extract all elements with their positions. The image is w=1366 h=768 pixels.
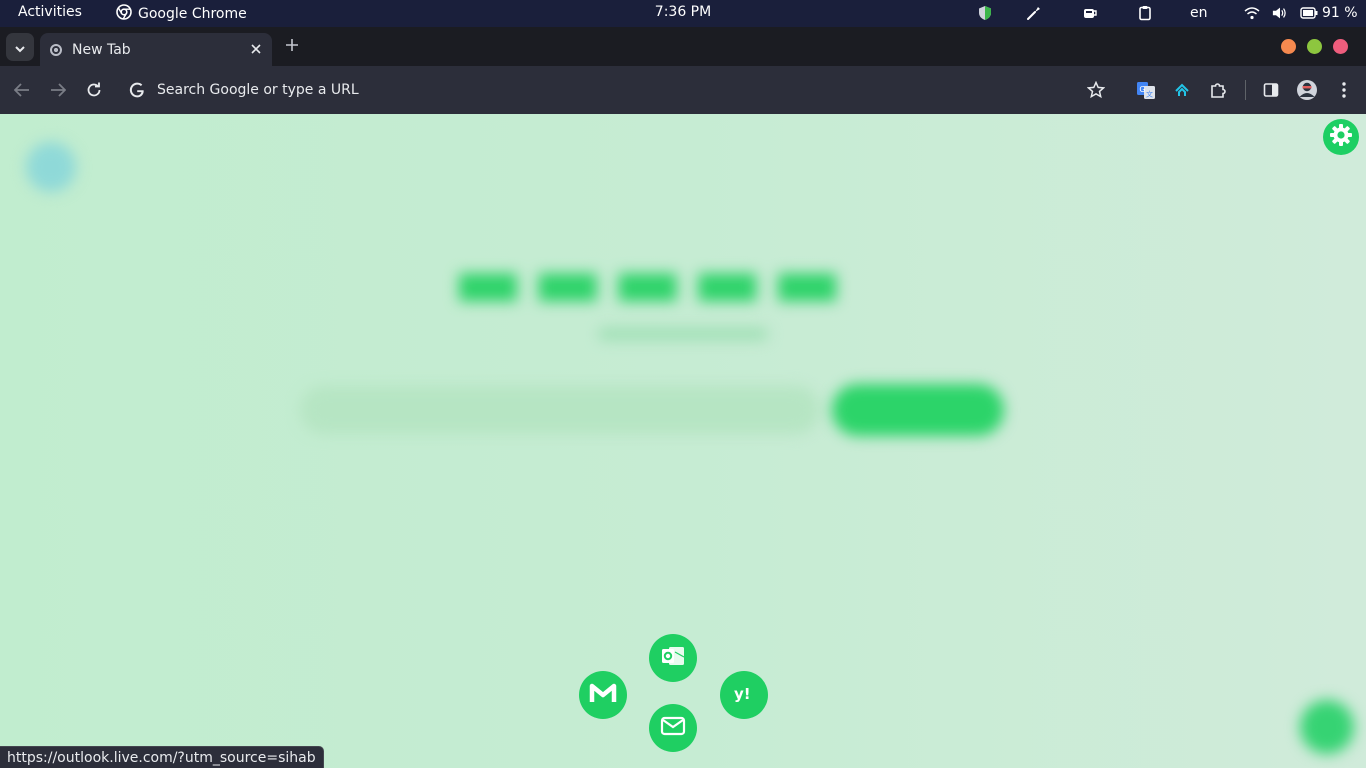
forward-button[interactable] (46, 78, 70, 102)
google-translate-icon[interactable]: G文 (1134, 78, 1158, 102)
app-name: Google Chrome (138, 6, 247, 22)
volume-icon[interactable] (1272, 5, 1288, 21)
chrome-icon (116, 4, 132, 24)
outlook-quick-link[interactable] (649, 634, 697, 682)
tab-new-tab[interactable]: New Tab (40, 33, 272, 66)
battery-percentage: 91 % (1322, 5, 1358, 21)
plus-icon (285, 37, 299, 56)
blurred-logo: ▬▬▬▬▬ (452, 236, 852, 325)
tab-strip: New Tab (0, 27, 1366, 66)
new-tab-favicon-icon (50, 43, 62, 56)
side-panel-icon[interactable] (1259, 78, 1283, 102)
chevron-down-icon (14, 38, 26, 57)
close-tab-icon[interactable] (248, 41, 264, 57)
clipboard-icon[interactable] (1137, 5, 1153, 21)
blurred-search-field (300, 386, 820, 434)
back-button[interactable] (10, 78, 34, 102)
battery-icon[interactable] (1300, 5, 1318, 21)
yahoo-icon: y! (733, 684, 755, 706)
close-window-button[interactable] (1333, 39, 1348, 54)
new-tab-button[interactable] (282, 36, 302, 56)
new-tab-page: ▬▬▬▬▬ y! (0, 114, 1366, 768)
color-picker-icon[interactable] (1026, 5, 1042, 21)
gear-icon (1329, 123, 1353, 151)
minimize-window-button[interactable] (1281, 39, 1296, 54)
arrow-up-extension-icon[interactable] (1170, 78, 1194, 102)
yahoo-quick-link[interactable]: y! (720, 671, 768, 719)
link-status-bubble: https://outlook.live.com/?utm_source=sih… (0, 746, 324, 768)
language-indicator[interactable]: en (1190, 5, 1208, 21)
blurred-avatar (26, 142, 76, 192)
profile-avatar[interactable] (1295, 78, 1319, 102)
maximize-window-button[interactable] (1307, 39, 1322, 54)
gmail-quick-link[interactable] (579, 671, 627, 719)
reload-button[interactable] (82, 78, 106, 102)
wifi-icon[interactable] (1244, 5, 1260, 21)
gmail-icon (589, 682, 617, 708)
address-bar[interactable]: Search Google or type a URL (118, 72, 1120, 108)
envelope-icon (660, 716, 686, 740)
settings-button[interactable] (1323, 119, 1359, 155)
browser-menu-icon[interactable] (1332, 78, 1356, 102)
tab-title: New Tab (72, 41, 131, 58)
browser-toolbar: Search Google or type a URL G文 (0, 66, 1366, 114)
clock[interactable]: 7:36 PM (655, 4, 711, 20)
tab-search-button[interactable] (6, 33, 34, 61)
toolbar-divider (1245, 80, 1246, 100)
activities-button[interactable]: Activities (18, 4, 82, 20)
svg-text:文: 文 (1146, 90, 1153, 99)
bookmark-star-icon[interactable] (1084, 78, 1108, 102)
svg-text:y!: y! (734, 685, 751, 702)
blurred-search-button (832, 384, 1004, 436)
puzzle-extensions-icon[interactable] (1206, 78, 1230, 102)
shield-icon[interactable] (977, 5, 993, 21)
outlook-icon (660, 644, 686, 672)
blurred-corner-button (1300, 700, 1354, 754)
app-menu[interactable]: Google Chrome (116, 4, 247, 24)
coffee-cup-icon[interactable] (1082, 5, 1098, 21)
svg-text:G: G (1139, 85, 1145, 94)
system-top-bar: Activities Google Chrome 7:36 PM en 91 % (0, 0, 1366, 27)
email-quick-link[interactable] (649, 704, 697, 752)
google-g-icon (128, 81, 146, 99)
blurred-tagline (598, 328, 768, 340)
omnibox-placeholder: Search Google or type a URL (157, 82, 359, 98)
